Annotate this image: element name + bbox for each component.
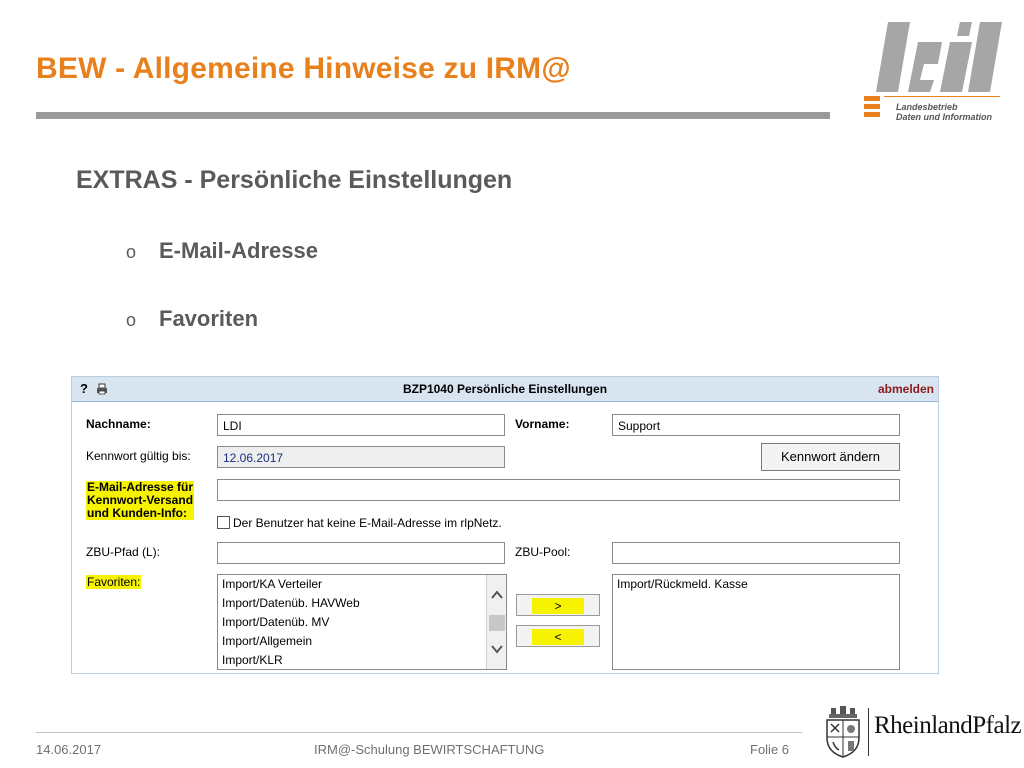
vorname-input[interactable]: Support (612, 414, 900, 436)
bullet-label: E-Mail-Adresse (159, 238, 318, 263)
scroll-thumb[interactable] (489, 615, 505, 631)
selected-favorites-list[interactable]: Import/Rückmeld. Kasse (612, 574, 900, 670)
no-email-checkbox[interactable] (217, 516, 230, 529)
favoriten-label: Favoriten: (86, 575, 142, 589)
title-divider (36, 112, 830, 119)
list-item[interactable]: Import/Datenüb. MV (218, 613, 506, 632)
dialog-body: Nachname: LDI Vorname: Support Kennwort … (72, 403, 938, 673)
list-item[interactable]: Import/Allgemein (218, 632, 506, 651)
email-label-line3: und Kunden-Info: (86, 507, 195, 520)
section-heading: EXTRAS - Persönliche Einstellungen (76, 166, 513, 194)
brand-divider (868, 708, 869, 756)
list-item[interactable]: Import/KA Verteiler (218, 575, 506, 594)
nachname-label: Nachname: (86, 417, 151, 431)
slide-title: BEW - Allgemeine Hinweise zu IRM@ (36, 52, 571, 85)
dialog-titlebar: ? BZP1040 Persönliche Einstellungen abme… (72, 377, 938, 402)
nachname-input[interactable]: LDI (217, 414, 505, 436)
list-item[interactable]: Import/KLR (218, 651, 506, 669)
zbu-pool-label: ZBU-Pool: (515, 545, 571, 559)
bullet-favoriten: o Favoriten (126, 306, 258, 332)
logo-subtitle: Landesbetrieb Daten und Information (896, 102, 992, 122)
logo-subtitle-line1: Landesbetrieb (896, 102, 958, 112)
dialog-title: BZP1040 Persönliche Einstellungen (402, 382, 608, 396)
available-favorites-list[interactable]: Import/KA Verteiler Import/Datenüb. HAVW… (217, 574, 507, 670)
zbu-pfad-label: ZBU-Pfad (L): (86, 545, 161, 559)
bullet-label: Favoriten (159, 306, 259, 331)
footer-date: 14.06.2017 (36, 742, 102, 757)
zbu-pool-input[interactable] (612, 542, 900, 564)
add-favorite-button[interactable]: > (516, 594, 600, 616)
footer-page-number: Folie 6 (750, 742, 790, 757)
chevron-up-icon[interactable] (490, 589, 504, 601)
favoriten-label-text: Favoriten: (86, 575, 142, 589)
logout-link[interactable]: abmelden (878, 382, 934, 396)
zbu-pfad-input[interactable] (217, 542, 505, 564)
list-item[interactable]: Import/Rückmeld. Kasse (613, 575, 899, 594)
remove-favorite-label: < (532, 629, 584, 645)
logo-subtitle-line2: Daten und Information (896, 112, 992, 122)
rlp-brand: RheinlandPfalz (874, 712, 1022, 739)
kennwort-label: Kennwort gültig bis: (86, 449, 191, 463)
settings-dialog: ? BZP1040 Persönliche Einstellungen abme… (71, 376, 939, 674)
email-label: E-Mail-Adresse für Kennwort-Versand und … (86, 481, 195, 520)
bullet-email: o E-Mail-Adresse (126, 238, 318, 264)
change-password-button[interactable]: Kennwort ändern (761, 443, 900, 471)
add-favorite-label: > (532, 598, 584, 614)
kennwort-valid-until-field: 12.06.2017 (217, 446, 505, 468)
footer-title: IRM@-Schulung BEWIRTSCHAFTUNG (314, 742, 545, 757)
no-email-checkbox-label: Der Benutzer hat keine E-Mail-Adresse im… (233, 516, 502, 530)
vorname-label: Vorname: (515, 417, 570, 431)
remove-favorite-button[interactable]: < (516, 625, 600, 647)
bullet-marker: o (126, 310, 137, 330)
list-scrollbar[interactable] (486, 575, 506, 669)
footer-divider (36, 732, 802, 733)
bullet-marker: o (126, 242, 137, 262)
chevron-down-icon[interactable] (490, 643, 504, 655)
rlp-crest-icon (826, 706, 860, 758)
list-item[interactable]: Import/Datenüb. HAVWeb (218, 594, 506, 613)
email-input[interactable] (217, 479, 900, 501)
